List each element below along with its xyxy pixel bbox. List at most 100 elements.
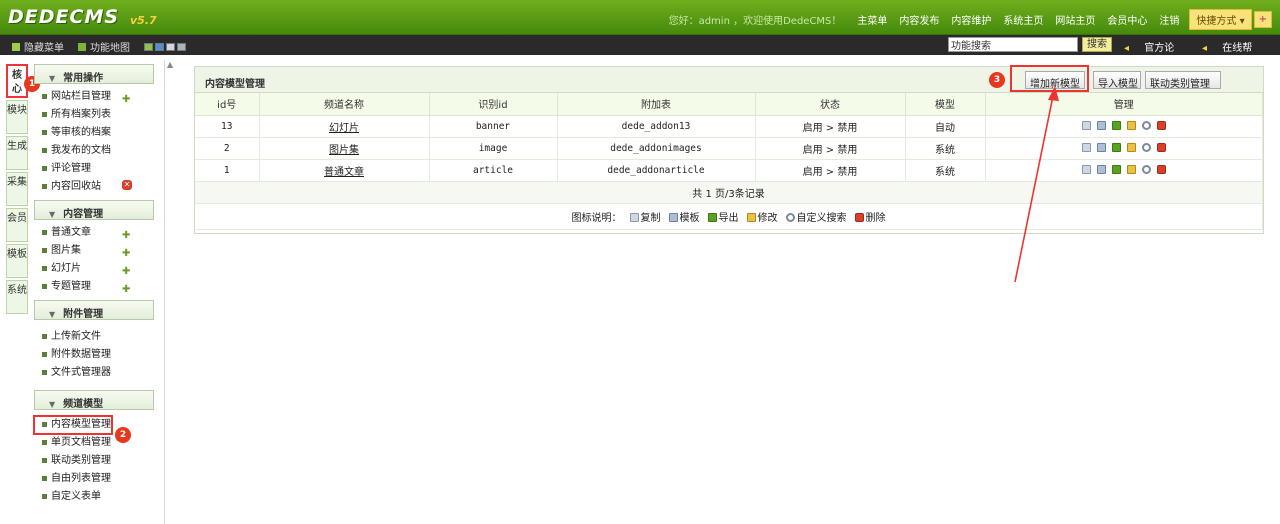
menu-item-topics[interactable]: 专题管理 ✚ <box>34 278 154 296</box>
tab-member[interactable]: 会员 <box>6 208 28 242</box>
row-channel-name[interactable]: 普通文章 <box>259 159 430 182</box>
quick-add-button[interactable]: + <box>1253 11 1272 28</box>
section-content-manage[interactable]: ▼ 内容管理 <box>34 200 154 220</box>
row-channel-name[interactable]: 图片集 <box>259 137 430 160</box>
col-channel-name: 频道名称 <box>259 93 430 116</box>
menu-item-all-archives[interactable]: 所有档案列表 <box>34 106 154 124</box>
quick-menu-button[interactable]: 快捷方式 ▾ <box>1189 9 1252 30</box>
row-nid: image <box>429 137 558 160</box>
menu-item-content-model-manage[interactable]: 内容模型管理 <box>33 415 113 435</box>
clear-icon[interactable]: ✕ <box>122 180 132 190</box>
menu-item-free-list[interactable]: 自由列表管理 <box>34 470 154 488</box>
bullet-icon <box>42 475 47 481</box>
tab-system[interactable]: 系统 <box>6 280 28 314</box>
nav-member-center[interactable]: 会员中心 <box>1101 12 1153 27</box>
hide-menu-button[interactable]: 隐藏菜单 <box>12 39 64 54</box>
add-model-button[interactable]: 增加新模型 <box>1025 71 1085 90</box>
copy-icon[interactable] <box>1081 121 1091 130</box>
bullet-icon <box>42 439 47 445</box>
tab-generate[interactable]: 生成 <box>6 136 28 170</box>
menu-item-pending-archives[interactable]: 等审核的档案 <box>34 124 154 142</box>
sidebar-menu: ▼ 常用操作 网站栏目管理 ✚ 所有档案列表 等审核的档案 我发布的文档 评论管理 … <box>33 64 154 506</box>
help-icon: ◂ <box>1202 43 1208 54</box>
edit-icon[interactable] <box>1126 165 1136 174</box>
section-common-ops[interactable]: ▼ 常用操作 <box>34 64 154 84</box>
skin-green-swatch[interactable] <box>144 42 153 51</box>
nav-content-publish[interactable]: 内容发布 <box>893 12 945 27</box>
row-actions <box>985 115 1263 138</box>
edit-icon <box>746 213 756 222</box>
menu-item-my-documents[interactable]: 我发布的文档 <box>34 142 154 160</box>
nav-system-home[interactable]: 系统主页 <box>997 12 1049 27</box>
template-icon[interactable] <box>1096 143 1106 152</box>
site-map-button[interactable]: 功能地图 <box>78 39 130 54</box>
add-icon[interactable]: ✚ <box>122 281 130 299</box>
online-help-link[interactable]: ◂ 在线帮助 <box>1202 39 1268 69</box>
menu-item-custom-form[interactable]: 自定义表单 <box>34 488 154 506</box>
row-status[interactable]: 启用 > 禁用 <box>755 159 906 182</box>
search-icon[interactable] <box>1141 143 1151 152</box>
table-row: 1 普通文章 article dede_addonarticle 启用 > 禁用… <box>195 159 1263 182</box>
official-forum-link[interactable]: ◂ 官方论坛 <box>1124 39 1190 69</box>
section-channel-models[interactable]: ▼ 频道模型 <box>34 390 154 410</box>
menu-item-slides[interactable]: 幻灯片 ✚ <box>34 260 154 278</box>
menu-item-column-manage[interactable]: 网站栏目管理 ✚ <box>34 88 154 106</box>
row-status[interactable]: 启用 > 禁用 <box>755 115 906 138</box>
bullet-icon <box>42 147 47 153</box>
template-icon[interactable] <box>1096 165 1106 174</box>
bullet-icon <box>42 247 47 253</box>
col-addon-table: 附加表 <box>557 93 756 116</box>
row-model: 系统 <box>905 159 986 182</box>
export-icon[interactable] <box>1111 165 1121 174</box>
bullet-icon <box>42 457 47 463</box>
collapse-sidebar-icon[interactable]: ▲ <box>167 60 173 69</box>
row-model: 自动 <box>905 115 986 138</box>
search-icon[interactable] <box>1141 165 1151 174</box>
menu-item-upload-file[interactable]: 上传新文件 <box>34 328 154 346</box>
skin-blue-swatch[interactable] <box>155 42 164 51</box>
tab-collect[interactable]: 采集 <box>6 172 28 206</box>
legend-export: 导出 <box>718 212 739 224</box>
copy-icon[interactable] <box>1081 143 1091 152</box>
menu-item-attachment-data[interactable]: 附件数据管理 <box>34 346 154 364</box>
nav-main-menu[interactable]: 主菜单 <box>851 12 893 27</box>
menu-item-image-sets[interactable]: 图片集 ✚ <box>34 242 154 260</box>
sidebar-splitter[interactable]: ▲ <box>164 60 178 524</box>
import-model-button[interactable]: 导入模型 <box>1093 71 1141 90</box>
search-icon[interactable] <box>1141 121 1151 130</box>
skin-gray-swatch[interactable] <box>166 42 175 51</box>
nav-content-maintain[interactable]: 内容维护 <box>945 12 997 27</box>
linkage-category-button[interactable]: 联动类别管理 <box>1145 71 1221 90</box>
delete-icon[interactable] <box>1156 121 1166 130</box>
delete-icon[interactable] <box>1156 143 1166 152</box>
menu-item-linkage-categories[interactable]: 联动类别管理 <box>34 452 154 470</box>
menu-item-file-manager[interactable]: 文件式管理器 <box>34 364 154 382</box>
row-status[interactable]: 启用 > 禁用 <box>755 137 906 160</box>
tab-template[interactable]: 模板 <box>6 244 28 278</box>
page-title: 内容模型管理 <box>205 79 265 90</box>
template-icon[interactable] <box>1096 121 1106 130</box>
menu-item-comments[interactable]: 评论管理 <box>34 160 154 178</box>
row-actions <box>985 159 1263 182</box>
skin-swatches <box>144 42 188 51</box>
copy-icon[interactable] <box>1081 165 1091 174</box>
menu-item-articles[interactable]: 普通文章 ✚ <box>34 224 154 242</box>
section-attachments[interactable]: ▼ 附件管理 <box>34 300 154 320</box>
collapse-icon: ▼ <box>49 310 56 319</box>
function-search-input[interactable] <box>948 37 1078 52</box>
export-icon[interactable] <box>1111 143 1121 152</box>
edit-icon[interactable] <box>1126 143 1136 152</box>
row-channel-name[interactable]: 幻灯片 <box>259 115 430 138</box>
skin-silver-swatch[interactable] <box>177 42 186 51</box>
pagination-text: 共 1 页/3条记录 <box>195 181 1263 204</box>
menu-item-single-page[interactable]: 单页文档管理 <box>34 434 154 452</box>
nav-logout[interactable]: 注销 <box>1153 12 1185 27</box>
nav-site-home[interactable]: 网站主页 <box>1049 12 1101 27</box>
search-button[interactable]: 搜索 <box>1082 37 1112 52</box>
menu-item-recycle-bin[interactable]: 内容回收站 ✕ <box>34 178 154 196</box>
delete-icon[interactable] <box>1156 165 1166 174</box>
tab-modules[interactable]: 模块 <box>6 100 28 134</box>
export-icon[interactable] <box>1111 121 1121 130</box>
edit-icon[interactable] <box>1126 121 1136 130</box>
row-model: 系统 <box>905 137 986 160</box>
